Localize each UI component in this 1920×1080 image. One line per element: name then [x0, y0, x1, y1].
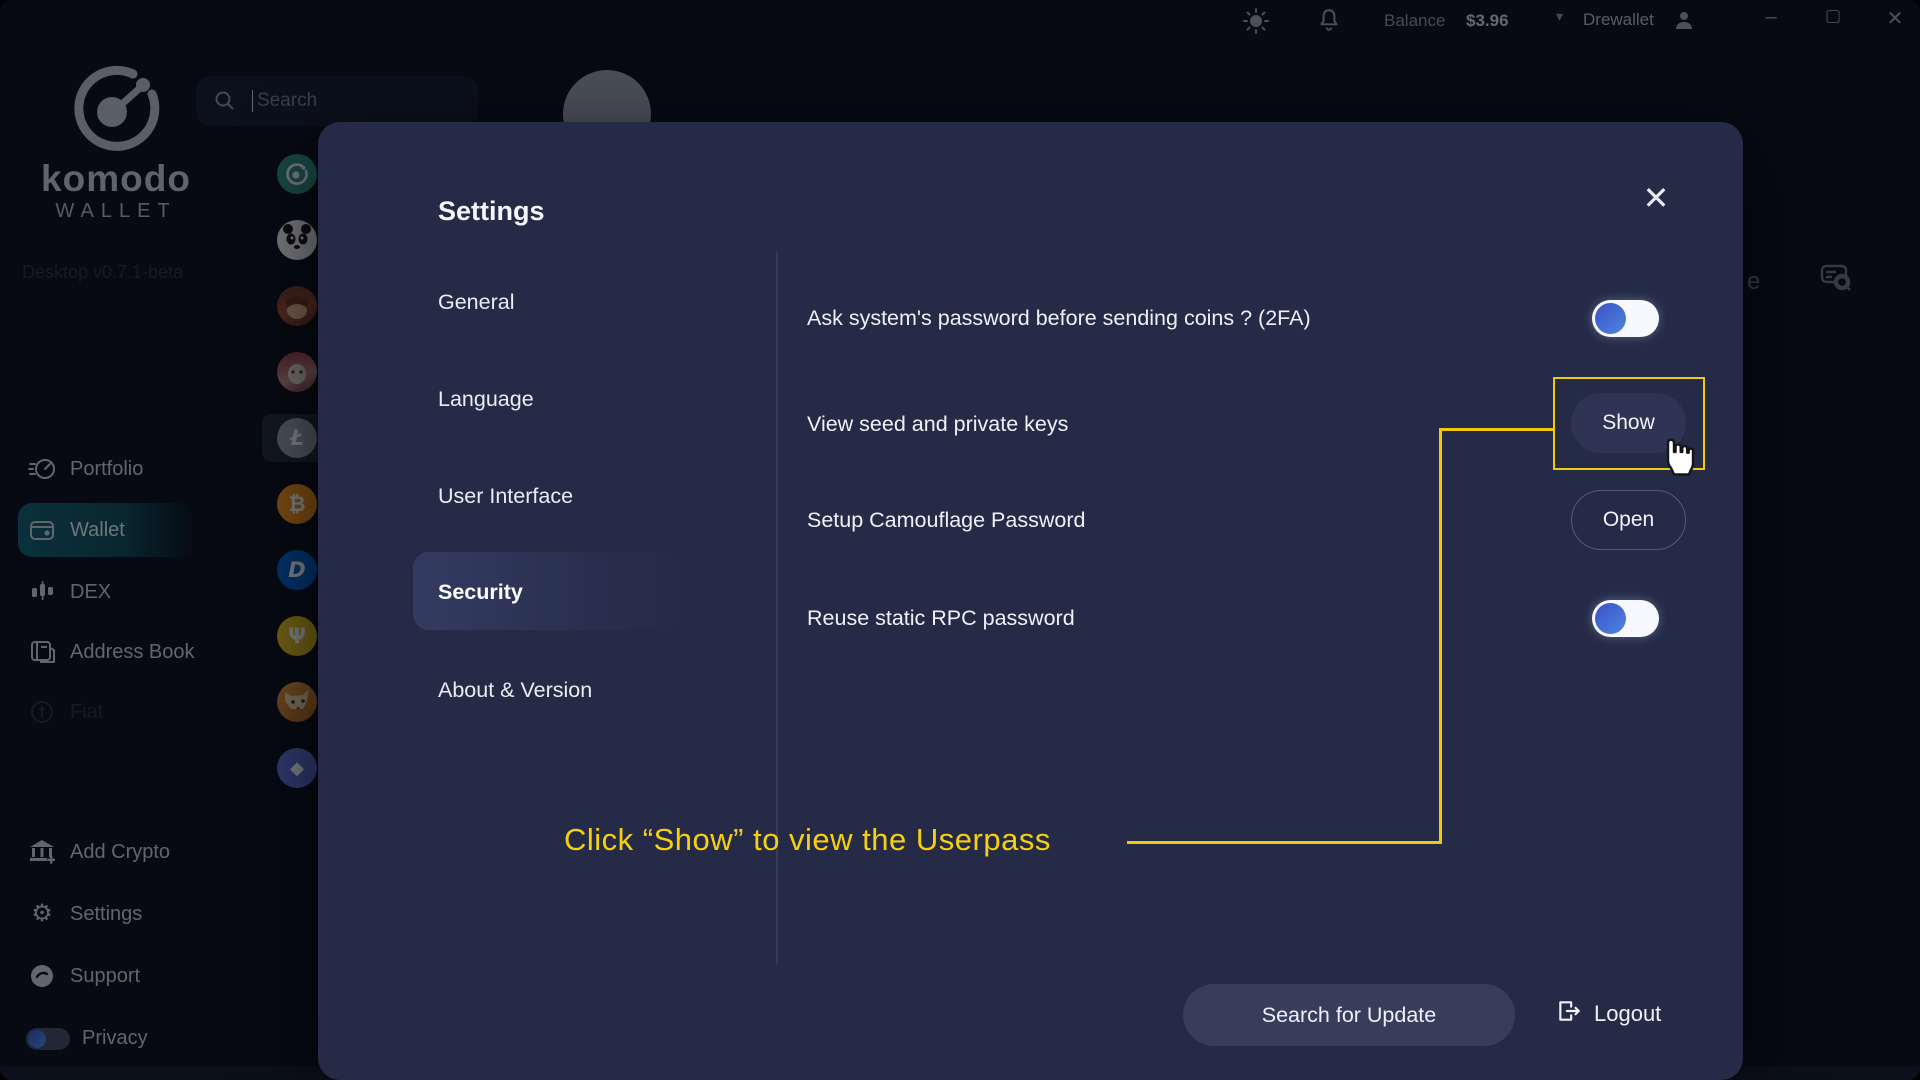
settings-modal: Settings ✕ General Language User Interfa…: [318, 122, 1743, 1080]
row-label-view-seed: View seed and private keys: [807, 412, 1069, 436]
annotation-line-top: [1441, 428, 1553, 431]
annotation-line-vertical: [1439, 428, 1442, 844]
logout-button[interactable]: Logout: [1556, 998, 1661, 1030]
logout-label: Logout: [1594, 1001, 1662, 1026]
row-label-rpc: Reuse static RPC password: [807, 606, 1075, 630]
row-label-2fa: Ask system's password before sending coi…: [807, 306, 1311, 330]
row-label-camouflage: Setup Camouflage Password: [807, 508, 1086, 532]
search-for-update-label: Search for Update: [1261, 1002, 1437, 1027]
tab-about-version[interactable]: About & Version: [438, 678, 592, 703]
open-button-label: Open: [1602, 508, 1655, 531]
tab-general[interactable]: General: [438, 290, 515, 315]
komodo-wallet-window: Balance $3.96 ▾ Drewallet – ▢ ✕ komodo W…: [0, 0, 1920, 1080]
annotation-text: Click “Show” to view the Userpass: [564, 822, 1051, 857]
toggle-2fa[interactable]: [1592, 300, 1659, 337]
modal-title: Settings: [438, 196, 545, 226]
mouse-hand-cursor: [1658, 428, 1704, 485]
toggle-rpc[interactable]: [1592, 600, 1659, 637]
open-button[interactable]: Open: [1571, 490, 1686, 550]
modal-close-icon[interactable]: ✕: [1636, 178, 1676, 218]
logout-icon: [1556, 998, 1582, 1030]
tab-user-interface[interactable]: User Interface: [438, 484, 573, 509]
tab-security[interactable]: Security: [438, 580, 523, 605]
search-for-update-button[interactable]: Search for Update: [1183, 984, 1515, 1046]
annotation-line-bottom: [1127, 841, 1441, 844]
tab-language[interactable]: Language: [438, 387, 534, 412]
